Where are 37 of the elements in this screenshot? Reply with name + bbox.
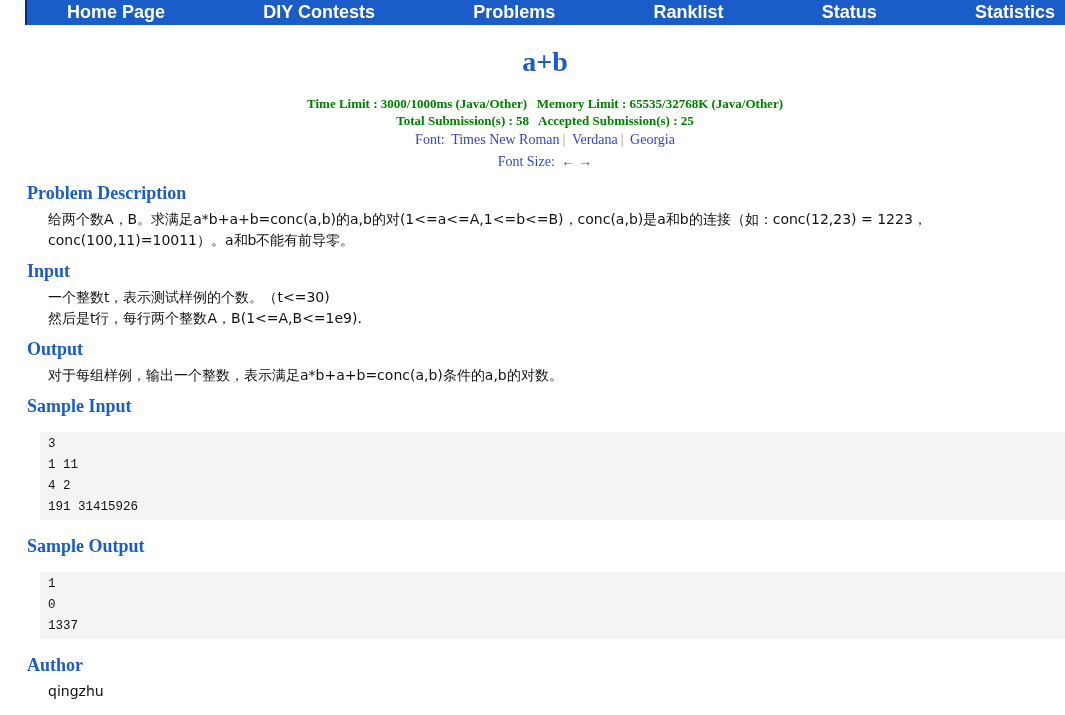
body-text: qingzhu [48, 681, 105, 701]
sample-line: 191 31415926 [48, 498, 139, 516]
body-text: 一个整数t，表示测试样例的个数。（t<=30) [48, 287, 331, 307]
body-text: conc(100,11)=10011）。a和b不能有前导零。 [48, 230, 356, 250]
nav-link[interactable]: Home Page [67, 2, 166, 23]
font-size-label: Font Size: [497, 153, 555, 169]
sample-line: 0 [48, 596, 57, 614]
body-text: 然后是t行，每行两个整数A，B(1<=A,B<=1e9). [48, 308, 363, 328]
font-link[interactable]: Times New Roman [451, 131, 560, 147]
nav-link[interactable]: Status [821, 2, 877, 23]
nav-link[interactable]: Statistics [974, 2, 1055, 23]
font-size-link[interactable]: → [578, 153, 593, 169]
sample-line: 3 [48, 435, 57, 453]
font-link[interactable]: Verdana [571, 131, 618, 147]
sample-line: 4 2 [48, 477, 72, 495]
section-heading: Sample Input [27, 394, 133, 418]
sample-line: 1337 [48, 617, 79, 635]
body-text: 对于每组样例，输出一个整数，表示满足a*b+a+b=conc(a,b)条件的a,b的对数。 [48, 365, 564, 385]
nav-link[interactable]: Ranklist [653, 2, 724, 23]
body-text: 给两个数A，B。求满足a*b+a+b=conc(a,b)的a,b的对(1<=a<=A,1<=b<=B)，conc(a,b)是a和b的连接（如：conc(12,23) = 1223， [48, 209, 928, 229]
separator: | [620, 131, 624, 147]
limits-text: Total Submission(s) : 58 Accepted Submission(s) : 25 [395, 111, 695, 129]
section-heading: Problem Description [27, 181, 188, 205]
sample-line: 1 [48, 575, 57, 593]
section-heading: Input [27, 259, 72, 283]
section-heading: Output [27, 337, 85, 361]
section-heading: Sample Output [27, 534, 146, 558]
font-label: Font: [415, 131, 445, 147]
nav-link[interactable]: Problems [473, 2, 556, 23]
font-size-link[interactable]: ← [561, 153, 576, 169]
limits-text: Time Limit : 3000/1000ms (Java/Other) Memory Limit : 65535/32768K (Java/Other) [306, 94, 784, 112]
separator: | [562, 131, 566, 147]
section-heading: Author [27, 653, 84, 677]
nav-link[interactable]: DIY Contests [263, 2, 375, 23]
sample-line: 1 11 [48, 456, 79, 474]
problem-title: a+b [521, 45, 569, 79]
font-link[interactable]: Georgia [630, 131, 675, 147]
